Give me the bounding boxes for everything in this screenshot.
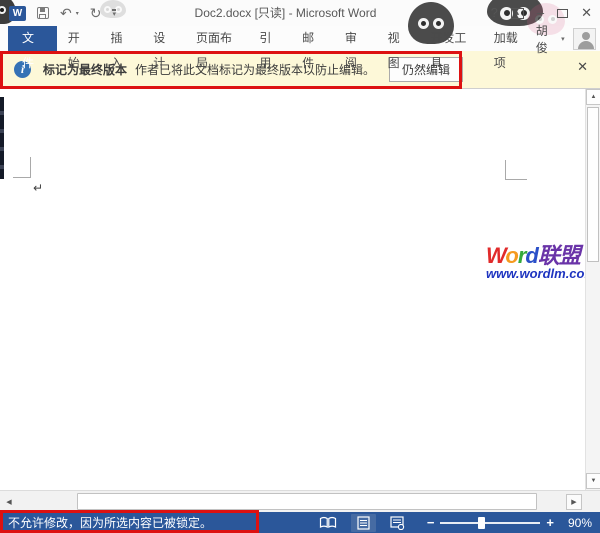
- vertical-scrollbar[interactable]: ▲ ▼: [585, 89, 600, 490]
- account-area: 胡俊 ▾: [536, 24, 600, 55]
- ribbon-tab-页面布局[interactable]: 页面布局: [185, 26, 248, 70]
- quick-access-toolbar: W ↶ ▾ ↻ ▾: [9, 5, 116, 21]
- zoom-out-button[interactable]: −: [427, 515, 435, 530]
- web-layout-button[interactable]: [384, 514, 411, 532]
- ribbon-tab-文件[interactable]: 文件: [8, 26, 57, 70]
- ribbon-tab-插入[interactable]: 插入: [99, 26, 142, 70]
- ribbon-tab-设计[interactable]: 设计: [142, 26, 185, 70]
- zoom-slider[interactable]: [440, 516, 541, 529]
- message-bar-close-icon[interactable]: ✕: [577, 59, 588, 75]
- ribbon-display-options-icon[interactable]: ▴: [510, 7, 524, 19]
- document-canvas[interactable]: ↵ Word联盟 www.wordlm.com ▲ ▼: [0, 89, 600, 490]
- print-layout-button[interactable]: [350, 513, 376, 532]
- web-layout-icon: [390, 515, 404, 530]
- zoom-slider-thumb[interactable]: [478, 516, 486, 529]
- undo-dropdown-icon[interactable]: ▾: [76, 10, 79, 17]
- margin-cropmark-left: [13, 157, 31, 178]
- message-bar-text: 作者已将此文档标记为最终版本以防止编辑。: [135, 63, 376, 77]
- horizontal-scrollbar-thumb[interactable]: [77, 493, 537, 510]
- scroll-right-icon[interactable]: ▶: [566, 494, 582, 510]
- watermark-letter: W: [486, 243, 506, 268]
- ribbon-tab-加载项[interactable]: 加载项: [483, 26, 536, 70]
- ribbon-tab-引用[interactable]: 引用: [248, 26, 291, 70]
- watermark-letter: d: [525, 243, 538, 268]
- edge-strip-decoration: [0, 97, 4, 179]
- print-layout-icon: [357, 515, 370, 530]
- status-bar-right: − + 90%: [305, 513, 592, 532]
- close-icon[interactable]: ✕: [581, 0, 592, 26]
- scroll-up-icon[interactable]: ▲: [586, 89, 600, 105]
- word-logo-icon[interactable]: W: [9, 5, 26, 21]
- word-window: W ↶ ▾ ↻ ▾ Doc2.docx [只读] - Microsoft Wor…: [0, 0, 600, 533]
- redo-icon[interactable]: ↻: [90, 6, 102, 20]
- scroll-left-icon[interactable]: ◀: [3, 494, 15, 509]
- ribbon-tab-开发工具[interactable]: 开发工具: [419, 26, 482, 70]
- ribbon-tabs: 文件 开始 插入 设计 页面布局 引用 邮件 审阅 视图 开发工具 加载项: [0, 26, 536, 70]
- horizontal-scrollbar[interactable]: ◀ ▶: [0, 490, 600, 512]
- watermark-letter: 联盟: [537, 243, 581, 268]
- watermark-url: www.wordlm.com: [486, 266, 597, 282]
- watermark-brand: Word联盟: [486, 244, 596, 267]
- account-name[interactable]: 胡俊: [536, 22, 557, 56]
- save-icon[interactable]: [37, 7, 49, 19]
- zoom-in-button[interactable]: +: [546, 515, 554, 530]
- vertical-scrollbar-thumb[interactable]: [587, 107, 599, 262]
- customize-qat-icon[interactable]: ▾: [112, 8, 116, 18]
- ribbon-tab-邮件[interactable]: 邮件: [291, 26, 334, 70]
- edit-anyway-button[interactable]: 仍然编辑: [389, 57, 464, 82]
- watermark-letter: o: [505, 243, 518, 268]
- ribbon-tab-row: 文件 开始 插入 设计 页面布局 引用 邮件 审阅 视图 开发工具 加载项 胡俊 ▾: [0, 24, 600, 70]
- paragraph-mark: ↵: [33, 181, 44, 195]
- avatar[interactable]: [572, 27, 596, 50]
- ribbon-tab-开始[interactable]: 开始: [57, 26, 100, 70]
- zoom-level[interactable]: 90%: [562, 516, 592, 530]
- window-title: Doc2.docx [只读] - Microsoft Word: [194, 6, 377, 20]
- read-mode-button[interactable]: [313, 514, 343, 531]
- read-mode-icon: [319, 516, 336, 529]
- help-icon[interactable]: ?: [491, 0, 498, 26]
- ribbon-tab-审阅[interactable]: 审阅: [334, 26, 377, 70]
- margin-cropmark-right: [505, 160, 527, 180]
- status-bar: 不允许修改，因为所选内容已被锁定。 − + 90%: [0, 512, 600, 533]
- scroll-down-icon[interactable]: ▼: [586, 473, 600, 489]
- account-dropdown-icon[interactable]: ▾: [561, 35, 565, 43]
- maximize-icon[interactable]: [557, 8, 569, 18]
- undo-icon[interactable]: ↶: [60, 6, 72, 20]
- status-message: 不允许修改，因为所选内容已被锁定。: [8, 516, 213, 530]
- site-watermark: Word联盟 www.wordlm.com: [486, 244, 596, 281]
- ribbon-tab-视图[interactable]: 视图: [377, 26, 420, 70]
- message-bar: i 标记为最终版本 作者已将此文档标记为最终版本以防止编辑。 仍然编辑 ✕: [0, 51, 600, 89]
- title-bar: W ↶ ▾ ↻ ▾ Doc2.docx [只读] - Microsoft Wor…: [0, 0, 600, 26]
